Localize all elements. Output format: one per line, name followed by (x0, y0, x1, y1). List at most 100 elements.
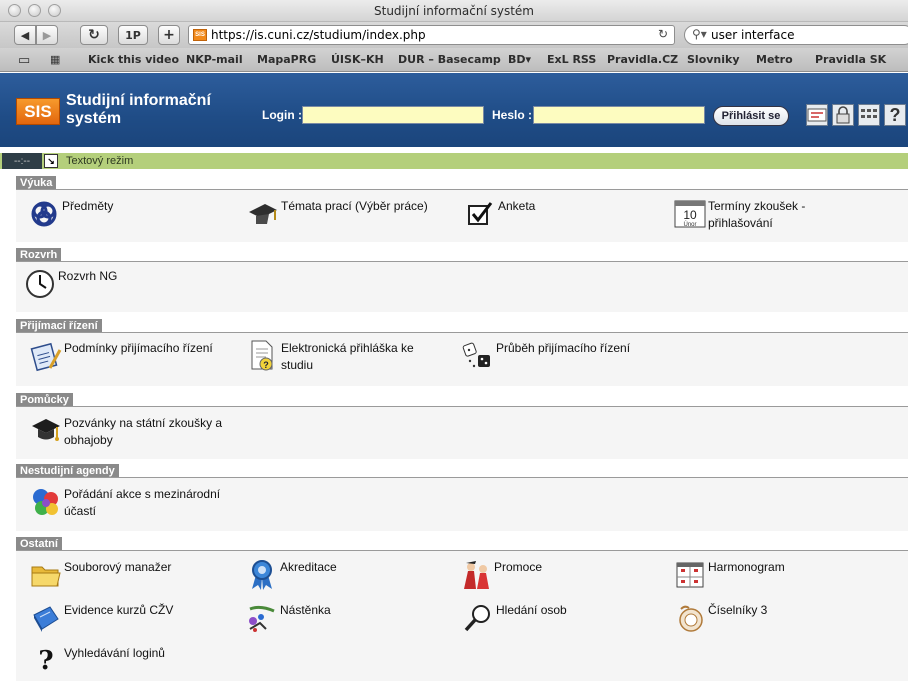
window-title: Studijní informační systém (374, 4, 534, 18)
menu-item-temata-praci[interactable]: Témata prací (Výběr práce) (245, 196, 428, 232)
item-label[interactable]: Pozvánky na státní zkoušky a obhajoby (64, 413, 222, 449)
add-bookmark-button[interactable]: + (158, 25, 180, 45)
bookmark-item[interactable]: DUR – Basecamp (398, 53, 501, 66)
item-label-line2: přihlašování (708, 216, 773, 230)
item-label[interactable]: Podmínky přijímacího řízení (64, 338, 213, 357)
clipboard-pencil-icon (28, 338, 64, 374)
menu-item-poradani-akce[interactable]: Pořádání akce s mezinárodní účastí (28, 484, 220, 520)
menu-item-terminy-zkousek[interactable]: 10 Únor Termíny zkoušek - přihlašování (672, 196, 805, 232)
item-label-line1: Podmínky přijímacího řízení (64, 341, 213, 355)
bookmark-item[interactable]: Kick this video (88, 53, 179, 66)
bookmark-item[interactable]: BD▾ (508, 53, 531, 66)
menu-item-vyhledavani-loginu[interactable]: ? Vyhledávání loginů (28, 643, 165, 679)
item-label[interactable]: Souborový manažer (64, 557, 171, 576)
item-label[interactable]: Hledání osob (496, 600, 567, 619)
calendar-month: Únor (683, 221, 696, 228)
one-p-button[interactable]: 1P (118, 25, 148, 45)
login-button[interactable]: Přihlásit se (713, 106, 789, 126)
sis-logo[interactable]: SIS (16, 98, 60, 125)
item-label[interactable]: Číselníky 3 (708, 600, 767, 619)
menu-item-predmety[interactable]: Předměty (26, 196, 113, 232)
menu-item-souborovy-manazer[interactable]: Souborový manažer (28, 557, 171, 593)
item-label[interactable]: Akreditace (280, 557, 337, 576)
search-field[interactable]: ⚲▾ user interface (684, 25, 908, 45)
item-label-line1: Témata prací (Výběr práce) (281, 199, 428, 213)
forward-button[interactable]: ▶ (36, 25, 58, 45)
item-label[interactable]: Termíny zkoušek - přihlašování (708, 196, 805, 232)
back-button[interactable]: ◀ (14, 25, 36, 45)
menu-item-hledani-osob[interactable]: Hledání osob (460, 600, 567, 636)
login-label: Login : (262, 108, 302, 122)
section-rozvrh (16, 262, 908, 312)
item-label[interactable]: Anketa (498, 196, 535, 215)
svg-text:?: ? (263, 360, 269, 370)
password-input[interactable] (533, 106, 705, 124)
menu-item-ciselniky[interactable]: Číselníky 3 (672, 600, 767, 636)
bookmark-item[interactable]: ExL RSS (547, 53, 596, 66)
bookmarks-grid-icon[interactable]: ▦ (50, 53, 60, 66)
help-icon[interactable]: ? (884, 104, 906, 126)
menu-item-nastenka[interactable]: Nástěnka (244, 600, 331, 636)
item-label[interactable]: Průběh přijímacího řízení (496, 338, 630, 357)
lock-icon[interactable] (832, 104, 854, 126)
item-label[interactable]: Vyhledávání loginů (64, 643, 165, 662)
knot-icon (26, 196, 62, 232)
reload-icon[interactable]: ↻ (658, 27, 668, 41)
calendar-grid-icon (672, 557, 708, 593)
item-label-line1: Průběh přijímacího řízení (496, 341, 631, 355)
login-input[interactable] (302, 106, 484, 124)
menu-item-akreditace[interactable]: Akreditace (244, 557, 337, 593)
menu-item-rozvrh-ng[interactable]: Rozvrh NG (22, 266, 117, 302)
item-label[interactable]: Předměty (62, 196, 113, 215)
item-label-line1: Pozvánky na státní zkoušky a (64, 416, 223, 430)
clock-icon (22, 266, 58, 302)
url-bar[interactable]: SIS https://is.cuni.cz/studium/index.php… (188, 25, 675, 45)
menu-item-promoce[interactable]: Promoce (458, 557, 542, 593)
item-label[interactable]: Elektronická přihláška ke studiu (281, 338, 414, 374)
url-text[interactable]: https://is.cuni.cz/studium/index.php (211, 28, 426, 42)
item-label[interactable]: Pořádání akce s mezinárodní účastí (64, 484, 220, 520)
item-label-line2: studiu (281, 358, 314, 372)
item-label[interactable]: Harmonogram (708, 557, 785, 576)
menu-item-evidence-kurzu[interactable]: Evidence kurzů CŽV (28, 600, 173, 636)
sis-title: Studijní informační systém (66, 92, 211, 128)
item-label-line1: Anketa (498, 199, 536, 213)
mortarboard-icon (28, 413, 64, 449)
blue-book-icon (28, 600, 64, 636)
text-mode-toggle-icon[interactable]: ↘ (44, 154, 58, 168)
item-label[interactable]: Promoce (494, 557, 542, 576)
text-mode-bar: --:-- ↘ Textový režim (0, 153, 908, 169)
bookmark-item[interactable]: Pravidla SK (815, 53, 886, 66)
item-label-line1: Termíny zkoušek - (708, 199, 806, 213)
sis-title-line2: systém (66, 110, 122, 127)
menu-item-pozvanky[interactable]: Pozvánky na státní zkoušky a obhajoby (28, 413, 222, 449)
bookmark-item[interactable]: Pravidla.CZ (607, 53, 678, 66)
item-label-line1: Harmonogram (708, 560, 785, 574)
bookmark-item[interactable]: Slovniky (687, 53, 740, 66)
text-mode-link[interactable]: Textový režim (66, 155, 133, 167)
item-label[interactable]: Témata prací (Výběr práce) (281, 196, 428, 215)
item-label[interactable]: Evidence kurzů CŽV (64, 600, 173, 619)
search-text[interactable]: user interface (711, 28, 795, 42)
item-label-line1: Elektronická přihláška ke (281, 341, 414, 355)
search-icon[interactable]: ⚲▾ (692, 27, 707, 41)
graduates-icon (458, 557, 494, 593)
reload-button[interactable]: ↻ (80, 25, 108, 45)
abc-keyboard-icon[interactable] (806, 104, 828, 126)
menu-item-prubeh-prijimaciho[interactable]: Průběh přijímacího řízení (460, 338, 630, 374)
item-label[interactable]: Nástěnka (280, 600, 331, 619)
bookmarks-bar: ▭ ▦ Kick this video NKP-mail MapaPRG ÚIS… (0, 48, 908, 72)
bookmark-item[interactable]: Metro (756, 53, 793, 66)
dice-icon (460, 338, 496, 374)
item-label[interactable]: Rozvrh NG (58, 266, 117, 285)
bookmark-item[interactable]: ÚISK–KH (331, 53, 384, 66)
bookmark-item[interactable]: MapaPRG (257, 53, 316, 66)
menu-item-harmonogram[interactable]: Harmonogram (672, 557, 785, 593)
bookmark-item[interactable]: NKP-mail (186, 53, 243, 66)
menu-item-podminky[interactable]: Podmínky přijímacího řízení (28, 338, 213, 374)
item-label-line1: Evidence kurzů CŽV (64, 603, 174, 617)
sis-grid-icon[interactable] (858, 104, 880, 126)
menu-item-anketa[interactable]: Anketa (462, 196, 535, 232)
bookmarks-book-icon[interactable]: ▭ (18, 52, 30, 68)
menu-item-elektronicka-prihlaska[interactable]: ? Elektronická přihláška ke studiu (245, 338, 414, 374)
